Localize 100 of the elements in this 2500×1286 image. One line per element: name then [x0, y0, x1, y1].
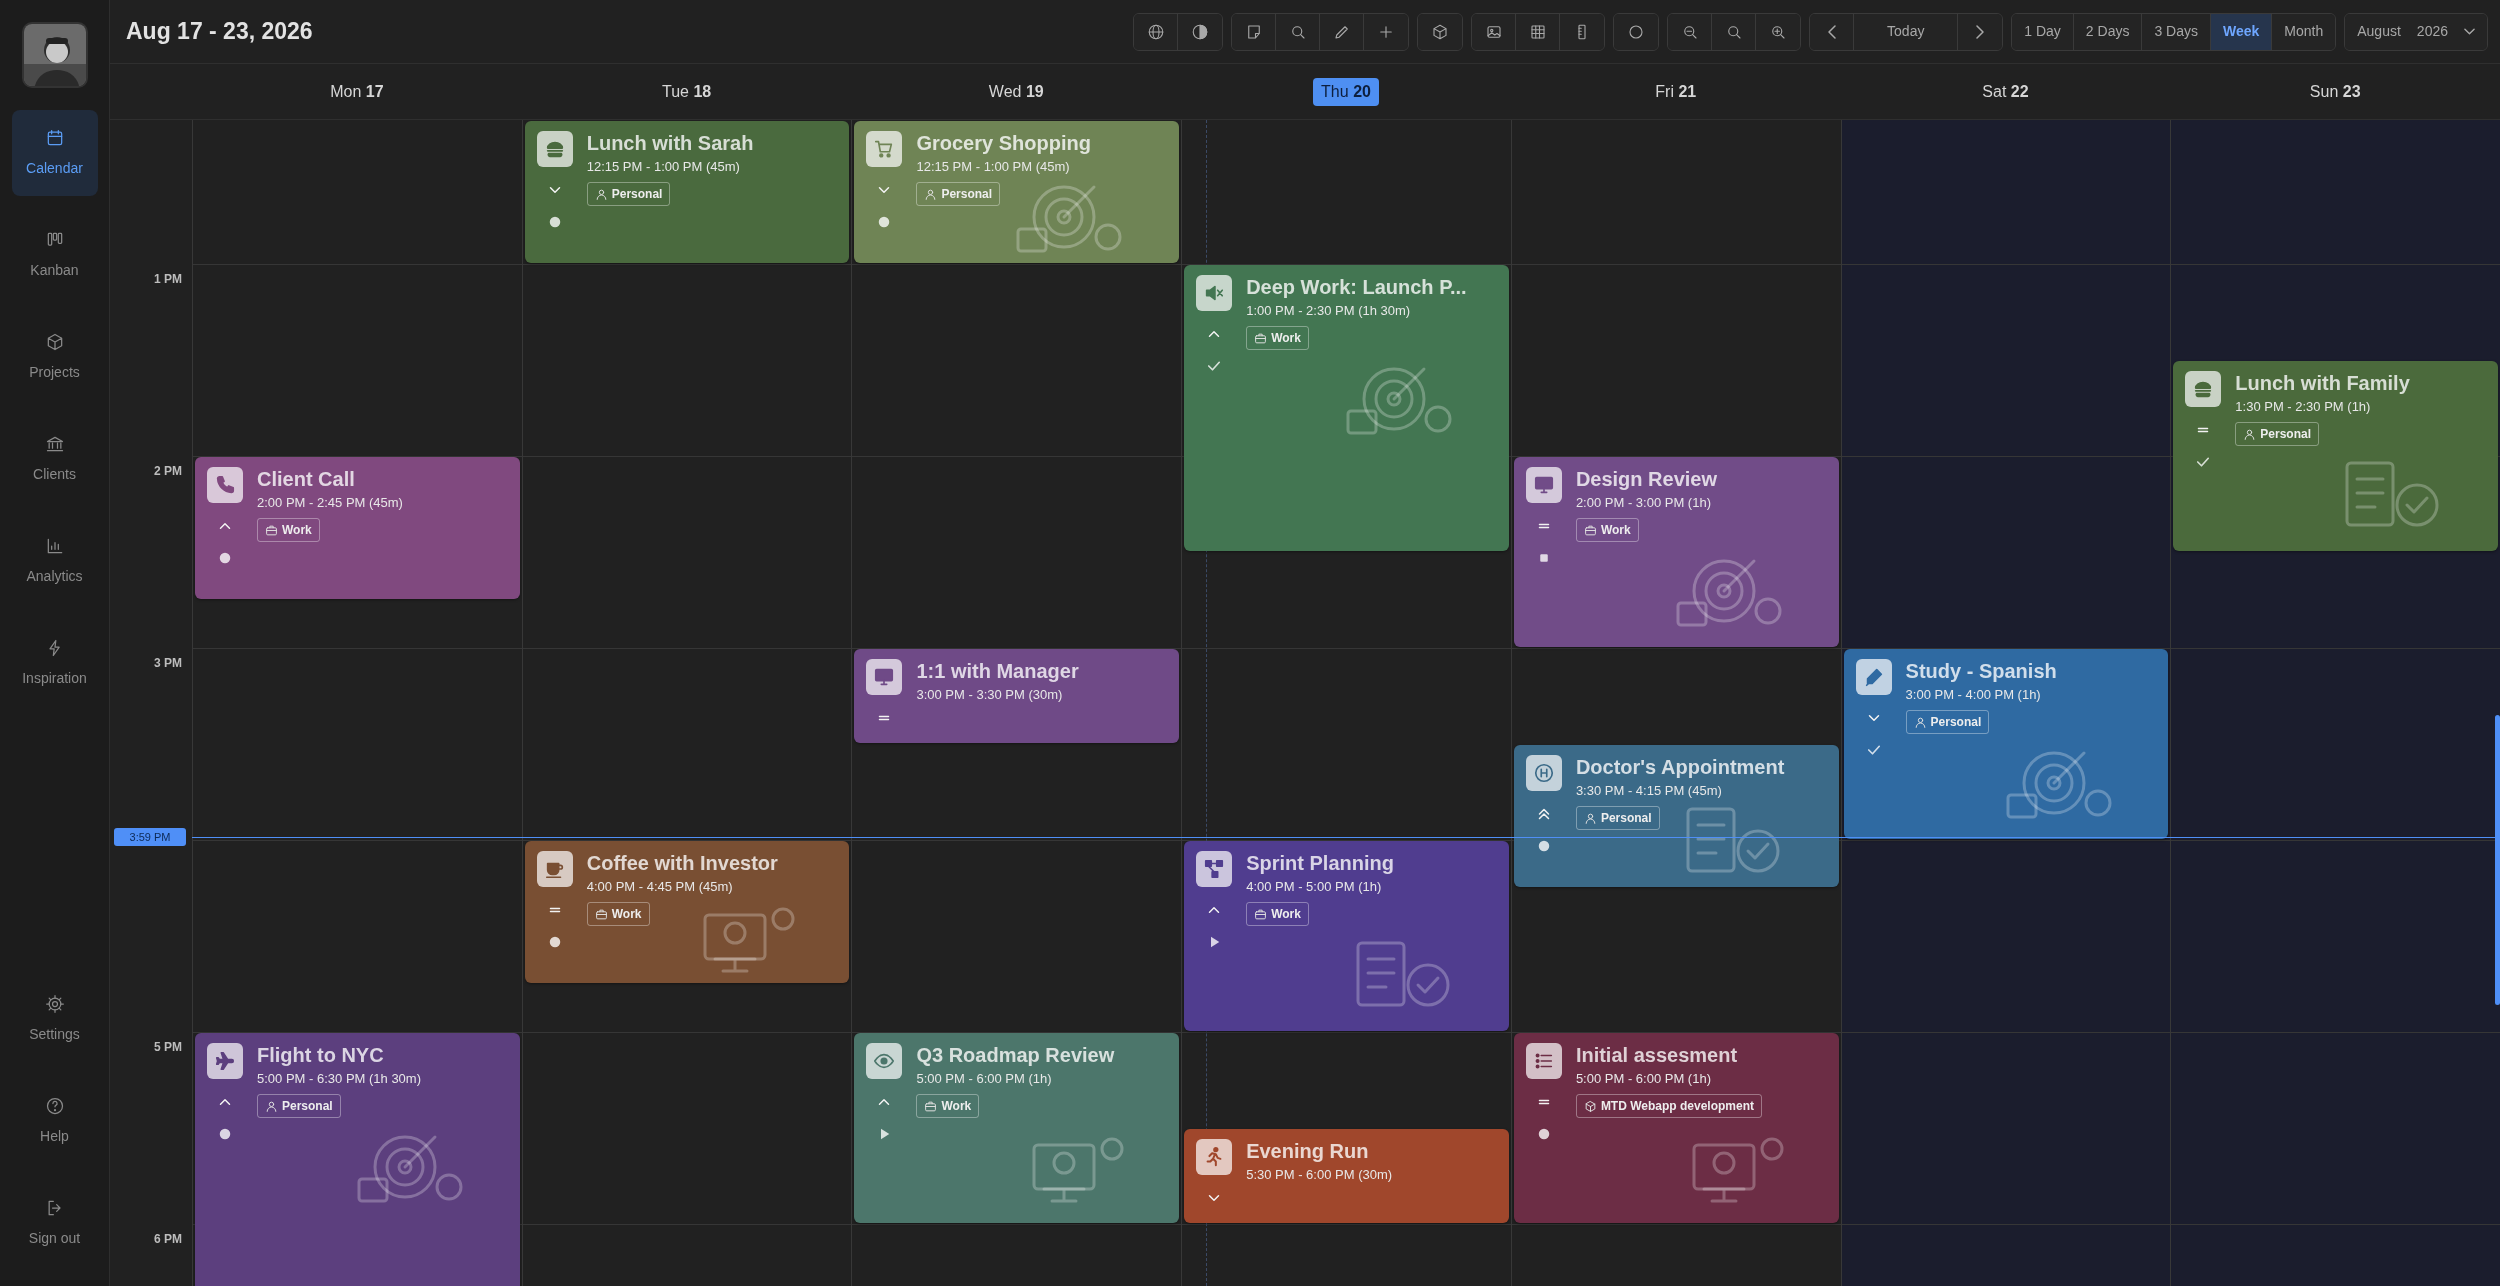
event-tag[interactable]: Work	[1246, 326, 1309, 350]
tag-label: Work	[282, 522, 312, 539]
help-icon	[44, 1095, 65, 1116]
person-icon	[594, 187, 608, 201]
zoom-out-button[interactable]	[1668, 13, 1713, 50]
event-card[interactable]: Doctor's Appointment 3:30 PM - 4:15 PM (45m) Personal	[1513, 745, 1839, 887]
event-card[interactable]: Evening Run 5:30 PM - 6:00 PM (30m)	[1184, 1129, 1509, 1223]
person-icon	[1583, 811, 1597, 825]
event-card[interactable]: Study - Spanish 3:00 PM - 4:00 PM (1h) Personal	[1843, 649, 2169, 839]
event-tag[interactable]: Work	[257, 518, 320, 542]
event-title: Client Call	[257, 467, 355, 491]
event-tag[interactable]: Work	[1575, 518, 1639, 542]
event-time: 12:15 PM - 1:00 PM (45m)	[586, 158, 740, 176]
day-label: Tue 18	[660, 81, 713, 102]
event-time: 5:00 PM - 6:00 PM (1h)	[1575, 1070, 1711, 1088]
event-card[interactable]: Sprint Planning 4:00 PM - 5:00 PM (1h) Work	[1184, 841, 1509, 1031]
event-title: Lunch with Family	[2235, 371, 2410, 395]
nav-item[interactable]: Analytics	[11, 518, 98, 604]
cube-button[interactable]	[1418, 13, 1463, 50]
briefcase-icon	[1254, 331, 1268, 345]
monitor-icon	[866, 659, 903, 695]
previous-button[interactable]	[1810, 13, 1855, 50]
event-tag[interactable]: Personal	[257, 1094, 341, 1118]
event-time: 3:00 PM - 4:00 PM (1h)	[1905, 686, 2041, 704]
briefcase-icon	[924, 1099, 938, 1113]
month-dropdown[interactable]: August 2026	[2345, 13, 2487, 50]
event-title: Lunch with Sarah	[586, 131, 754, 155]
burger-icon	[536, 131, 573, 167]
view-tab[interactable]: 1 Day	[2012, 13, 2074, 50]
airplane-icon	[207, 1043, 243, 1079]
day-label: Wed 19	[987, 81, 1045, 102]
event-tag[interactable]: Personal	[1905, 710, 1990, 734]
view-tab[interactable]: Week	[2211, 13, 2273, 50]
event-tag[interactable]: Personal	[916, 182, 1001, 206]
event-card[interactable]: Deep Work: Launch P... 1:00 PM - 2:30 PM (1h 30m) Work	[1184, 265, 1509, 551]
event-time: 3:00 PM - 3:30 PM (30m)	[916, 686, 1063, 704]
globe-button[interactable]	[1134, 13, 1179, 50]
event-card[interactable]: Lunch with Family 1:30 PM - 2:30 PM (1h) Personal	[2173, 361, 2499, 551]
event-title: Initial assesment	[1575, 1043, 1738, 1067]
event-card[interactable]: Flight to NYC 5:00 PM - 6:30 PM (1h 30m) Personal	[195, 1033, 520, 1286]
cart-icon	[866, 131, 903, 167]
time-label: 1 PM	[154, 271, 182, 288]
event-card[interactable]: 1:1 with Manager 3:00 PM - 3:30 PM (30m)	[854, 649, 1180, 743]
time-label: 5 PM	[154, 1039, 182, 1056]
note-button[interactable]	[1232, 13, 1277, 50]
event-title: Doctor's Appointment	[1575, 755, 1785, 779]
tag-label: Work	[1271, 330, 1301, 347]
circle-button[interactable]	[1614, 13, 1659, 50]
nav-item[interactable]: Clients	[11, 416, 98, 502]
event-card[interactable]: Lunch with Sarah 12:15 PM - 1:00 PM (45m) Personal	[524, 121, 850, 263]
caret-icon	[2464, 28, 2475, 35]
event-tag[interactable]: MTD Webapp development	[1575, 1094, 1762, 1118]
tag-label: Personal	[1600, 810, 1652, 827]
nav-item[interactable]: Sign out	[11, 1180, 98, 1266]
nav-item[interactable]: Calendar	[11, 110, 98, 196]
tag-label: Work	[1271, 906, 1301, 923]
event-card[interactable]: Initial assesment 5:00 PM - 6:00 PM (1h) MTD Webapp development	[1513, 1033, 1839, 1223]
briefcase-icon	[1254, 907, 1268, 921]
event-title: Design Review	[1575, 467, 1718, 491]
event-tag[interactable]: Personal	[2235, 422, 2319, 446]
nav-item[interactable]: Projects	[11, 314, 98, 400]
nav-item[interactable]: Inspiration	[11, 620, 98, 706]
event-time: 4:00 PM - 5:00 PM (1h)	[1246, 878, 1382, 896]
briefcase-icon	[265, 523, 278, 537]
event-tag[interactable]: Personal	[1575, 806, 1660, 830]
tag-label: Work	[611, 906, 642, 923]
nav-item[interactable]: Kanban	[11, 212, 98, 298]
nav-item[interactable]: Help	[11, 1078, 98, 1164]
time-label: 6 PM	[154, 1231, 182, 1248]
event-card[interactable]: Client Call 2:00 PM - 2:45 PM (45m) Work	[195, 457, 520, 599]
pen-icon	[1855, 659, 1892, 695]
event-title: Sprint Planning	[1246, 851, 1394, 875]
event-card[interactable]: Grocery Shopping 12:15 PM - 1:00 PM (45m) Personal	[854, 121, 1180, 263]
day-label: Sun 23	[2308, 81, 2362, 102]
event-tag[interactable]: Work	[586, 902, 650, 926]
person-icon	[2243, 427, 2257, 441]
event-tag[interactable]: Work	[1246, 902, 1309, 926]
briefcase-icon	[594, 907, 608, 921]
person-icon	[1913, 715, 1927, 729]
event-card[interactable]: Design Review 2:00 PM - 3:00 PM (1h) Work	[1513, 457, 1839, 647]
runner-icon	[1196, 1139, 1233, 1175]
settings-icon	[44, 993, 65, 1014]
day-label: Sat 22	[1981, 81, 2030, 102]
hospital-sign-icon	[1525, 755, 1562, 791]
nav-item[interactable]: Settings	[11, 976, 98, 1062]
monitor-icon	[1525, 467, 1562, 503]
tag-label: Work	[941, 1098, 972, 1115]
scrollbar-thumb[interactable]	[2495, 715, 2500, 1005]
event-time: 5:00 PM - 6:30 PM (1h 30m)	[257, 1070, 421, 1088]
event-card[interactable]: Q3 Roadmap Review 5:00 PM - 6:00 PM (1h) Work	[854, 1033, 1180, 1223]
coffee-cup-icon	[536, 851, 573, 887]
cube-icon	[1431, 22, 1450, 41]
event-tag[interactable]: Work	[916, 1094, 980, 1118]
image-button[interactable]	[1472, 13, 1517, 50]
eye-icon	[866, 1043, 903, 1079]
event-tag[interactable]: Personal	[586, 182, 671, 206]
phone-icon	[207, 467, 243, 503]
chevron-left-icon	[1827, 24, 1836, 39]
event-card[interactable]: Coffee with Investor 4:00 PM - 4:45 PM (45m) Work	[524, 841, 850, 983]
event-title: Flight to NYC	[257, 1043, 384, 1067]
